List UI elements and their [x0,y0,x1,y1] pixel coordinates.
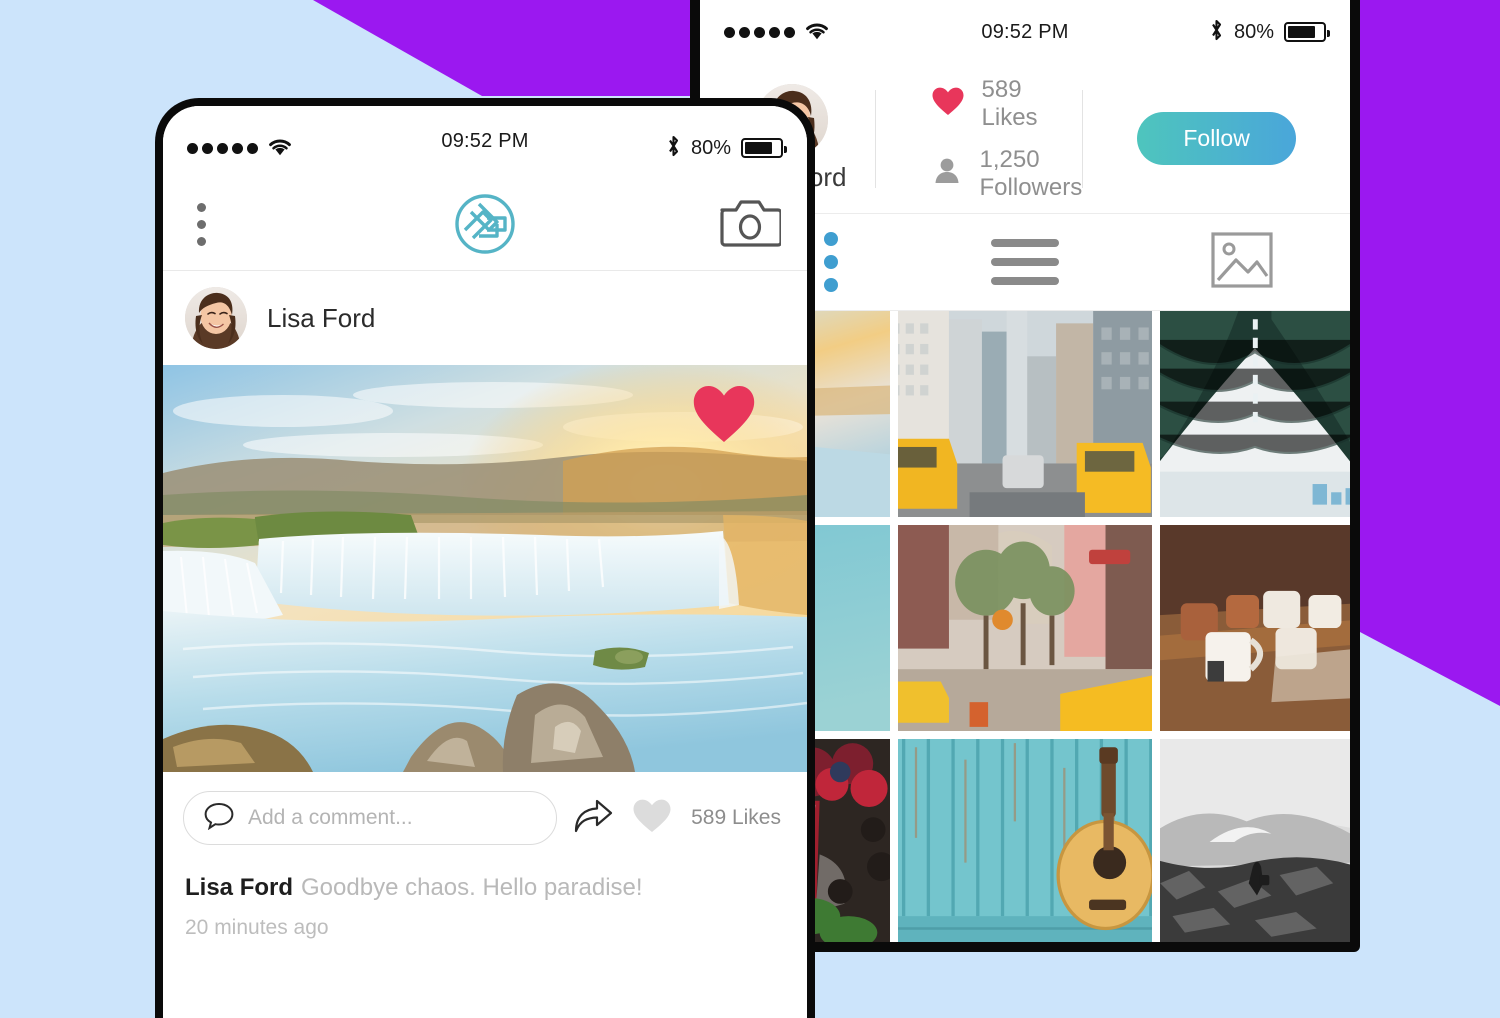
comment-input[interactable]: Add a comment... [248,806,413,830]
battery-percent: 80% [1233,20,1274,43]
signal-dots-icon [187,142,258,154]
app-bar [163,178,807,271]
kebab-menu-icon[interactable] [189,197,214,252]
profile-stats: 589 Likes 1,250 Followers [876,76,1083,202]
hamburger-list-icon [991,239,1059,285]
post-action-bar: Add a comment... 589 Likes [163,772,807,864]
left-status-bar: 09:52 PM 80% [163,106,807,178]
likes-count: 589 Likes [691,806,781,829]
likes-count: 589 Likes [981,75,1038,131]
battery-percent: 80% [690,136,731,159]
follow-area: Follow [1083,112,1350,165]
left-phone-frame: 09:52 PM 80% Lisa Ford Add a comment... … [155,98,815,1018]
follow-button[interactable]: Follow [1137,112,1296,165]
camera-icon[interactable] [719,197,783,252]
post-author-name: Lisa Ford [267,302,376,333]
bluetooth-icon [1209,18,1224,47]
gallery-item[interactable] [1160,739,1350,942]
status-right-group: 80% [666,134,787,163]
followers-stat: 1,250 Followers [932,145,1083,202]
person-icon [932,156,962,191]
post-caption: Lisa Ford Goodbye chaos. Hello paradise! [163,864,807,902]
image-frame-icon [1211,231,1273,293]
gallery-item[interactable] [897,739,1153,942]
app-logo-icon [452,191,518,257]
post-actions: 589 Likes [573,798,787,839]
bluetooth-icon [666,134,681,163]
avatar[interactable] [185,287,247,349]
followers-count: 1,250 Followers [979,145,1083,201]
gallery-item[interactable] [1160,525,1350,731]
wifi-icon [804,20,830,45]
post-photo[interactable] [163,365,807,772]
likes-stat: 589 Likes [932,76,1083,132]
purple-shape-right [1360,0,1500,706]
caption-author: Lisa Ford [185,874,294,901]
status-left-group [724,20,830,45]
caption-text: Goodbye chaos. Hello paradise! [301,874,643,901]
battery-icon [741,138,787,158]
battery-icon [1284,22,1330,42]
left-phone-screen: 09:52 PM 80% Lisa Ford Add a comment... … [163,106,807,1018]
tab-list-view[interactable] [917,214,1134,310]
right-status-bar: 09:52 PM 80% [700,0,1350,64]
signal-dots-icon [724,26,795,38]
gallery-item[interactable] [1160,311,1350,517]
comment-input-wrapper[interactable]: Add a comment... [183,791,558,845]
gallery-item[interactable] [897,525,1153,731]
heart-filled-icon [932,87,964,121]
status-left-group [187,136,293,161]
wifi-icon [267,136,293,161]
heart-filled-icon[interactable] [693,385,755,443]
share-arrow-icon[interactable] [573,798,613,839]
tab-photo-view[interactable] [1133,214,1350,310]
heart-outline-icon[interactable] [633,799,671,838]
post-author-row[interactable]: Lisa Ford [163,271,807,365]
status-right-group: 80% [1209,18,1330,47]
comment-bubble-icon [204,802,234,835]
gallery-item[interactable] [897,311,1153,517]
post-timestamp: 20 minutes ago [185,916,329,939]
